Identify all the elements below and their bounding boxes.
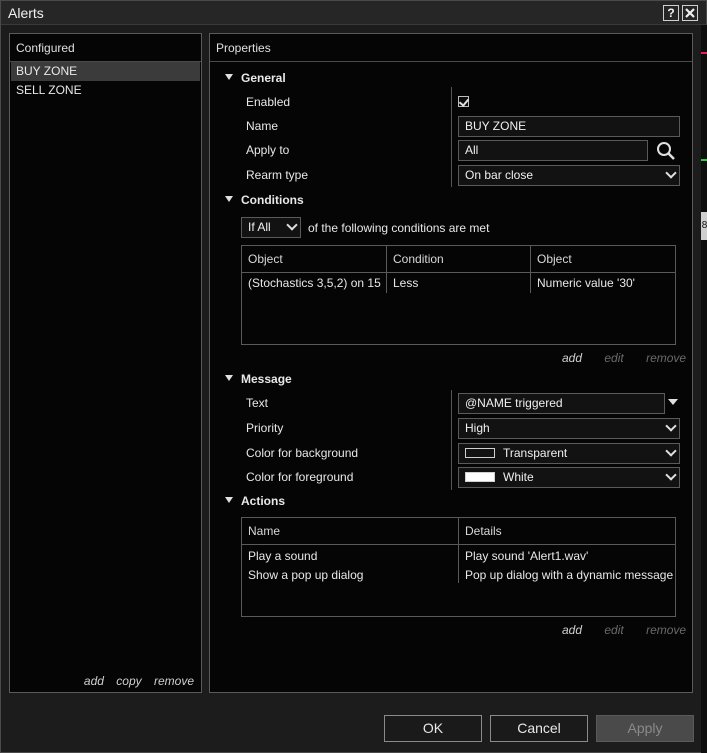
apply-button[interactable]: Apply [596, 715, 694, 742]
configured-panel: Configured BUY ZONE SELL ZONE add copy r… [9, 33, 202, 693]
message-separator [451, 390, 452, 490]
conditions-section-header[interactable]: Conditions [225, 193, 304, 207]
alerts-window: Alerts ? 8 Configured BUY ZONE SELL ZONE… [0, 0, 707, 753]
configured-add-link[interactable]: add [84, 674, 104, 688]
collapse-triangle-icon [225, 497, 233, 503]
conditions-table: Object Condition Object (Stochastics 3,5… [241, 245, 676, 345]
chart-edge-red-mark [701, 52, 707, 54]
close-icon [685, 8, 695, 18]
general-section-header[interactable]: General [225, 71, 286, 85]
table-row[interactable]: Pop up dialog with a dynamic message [459, 566, 675, 584]
rearm-type-label: Rearm type [246, 168, 309, 182]
priority-value: High [465, 421, 490, 435]
table-row[interactable]: Play sound 'Alert1.wav' [459, 547, 675, 565]
actions-edit-link[interactable]: edit [604, 623, 623, 637]
actions-col-details[interactable]: Details [459, 518, 675, 545]
foreground-color-select[interactable]: White [458, 467, 680, 488]
properties-panel: Properties General Enabled Name BUY ZONE… [209, 33, 693, 693]
general-section-title: General [241, 71, 286, 85]
message-text-label: Text [246, 396, 269, 410]
table-row[interactable]: (Stochastics 3,5,2) on 15 [242, 274, 386, 292]
rearm-type-value: On bar close [465, 168, 534, 182]
color-swatch [465, 472, 495, 482]
message-text-input[interactable]: @NAME triggered [458, 393, 665, 414]
configured-header: Configured [10, 34, 201, 62]
color-swatch [465, 448, 495, 458]
configured-remove-link[interactable]: remove [154, 674, 194, 688]
table-row[interactable]: Less [387, 274, 530, 292]
actions-remove-link[interactable]: remove [646, 623, 686, 637]
title-bar[interactable]: Alerts ? [1, 1, 706, 25]
configured-footer: add copy remove [75, 674, 194, 688]
actions-section-title: Actions [241, 494, 286, 508]
chevron-down-icon [665, 167, 677, 179]
window-title: Alerts [8, 5, 44, 21]
condition-mode-suffix: of the following conditions are met [308, 221, 490, 235]
message-section-header[interactable]: Message [225, 372, 292, 386]
table-row[interactable]: Numeric value '30' [531, 274, 675, 292]
actions-links: add edit remove [562, 623, 686, 637]
configured-item-buy-zone[interactable]: BUY ZONE [11, 62, 200, 81]
background-color-value: Transparent [503, 446, 568, 460]
background-color-select[interactable]: Transparent [458, 443, 680, 464]
table-row[interactable]: Show a pop up dialog [242, 566, 458, 584]
conditions-links: add edit remove [562, 351, 686, 365]
conditions-col-condition[interactable]: Condition [387, 246, 531, 273]
help-button[interactable]: ? [663, 5, 679, 21]
foreground-color-value: White [503, 470, 534, 484]
collapse-triangle-icon [225, 74, 233, 80]
configured-item-sell-zone[interactable]: SELL ZONE [11, 81, 200, 100]
apply-to-label: Apply to [246, 143, 290, 157]
conditions-section-title: Conditions [241, 193, 304, 207]
collapse-triangle-icon [225, 375, 233, 381]
chart-edge-green-mark [701, 159, 707, 161]
name-label: Name [246, 119, 279, 133]
priority-label: Priority [246, 421, 284, 435]
chevron-down-icon [665, 420, 677, 432]
apply-to-input[interactable]: All [458, 140, 648, 161]
ok-button[interactable]: OK [384, 715, 482, 742]
actions-table: Name Details Play a sound Play sound 'Al… [241, 517, 676, 617]
search-icon[interactable] [655, 140, 677, 162]
close-button[interactable] [682, 5, 698, 21]
chevron-down-icon [665, 445, 677, 457]
background-color-label: Color for background [246, 446, 359, 460]
chart-edge-price-tag: 8 [701, 212, 707, 240]
background-chart-edge [701, 25, 707, 753]
cancel-button[interactable]: Cancel [490, 715, 588, 742]
collapse-triangle-icon [225, 196, 233, 202]
message-section-title: Message [241, 372, 292, 386]
conditions-remove-link[interactable]: remove [646, 351, 686, 365]
condition-mode-value: If All [248, 220, 271, 234]
general-separator [451, 87, 452, 187]
conditions-add-link[interactable]: add [562, 351, 582, 365]
actions-col-name[interactable]: Name [242, 518, 459, 545]
enabled-checkbox[interactable] [458, 96, 469, 107]
configured-copy-link[interactable]: copy [116, 674, 141, 688]
enabled-label: Enabled [246, 95, 291, 109]
foreground-color-label: Color for foreground [246, 470, 354, 484]
rearm-type-select[interactable]: On bar close [458, 165, 680, 186]
dropdown-triangle-icon[interactable] [668, 399, 678, 407]
table-row[interactable]: Play a sound [242, 547, 458, 565]
properties-header: Properties [210, 34, 692, 62]
conditions-edit-link[interactable]: edit [604, 351, 623, 365]
actions-add-link[interactable]: add [562, 623, 582, 637]
chevron-down-icon [286, 219, 298, 231]
chevron-down-icon [665, 469, 677, 481]
conditions-col-object[interactable]: Object [242, 246, 387, 273]
priority-select[interactable]: High [458, 418, 680, 439]
condition-mode-select[interactable]: If All [241, 217, 301, 238]
name-input[interactable]: BUY ZONE [458, 116, 680, 137]
conditions-col-object-2[interactable]: Object [531, 246, 675, 273]
actions-section-header[interactable]: Actions [225, 494, 285, 508]
